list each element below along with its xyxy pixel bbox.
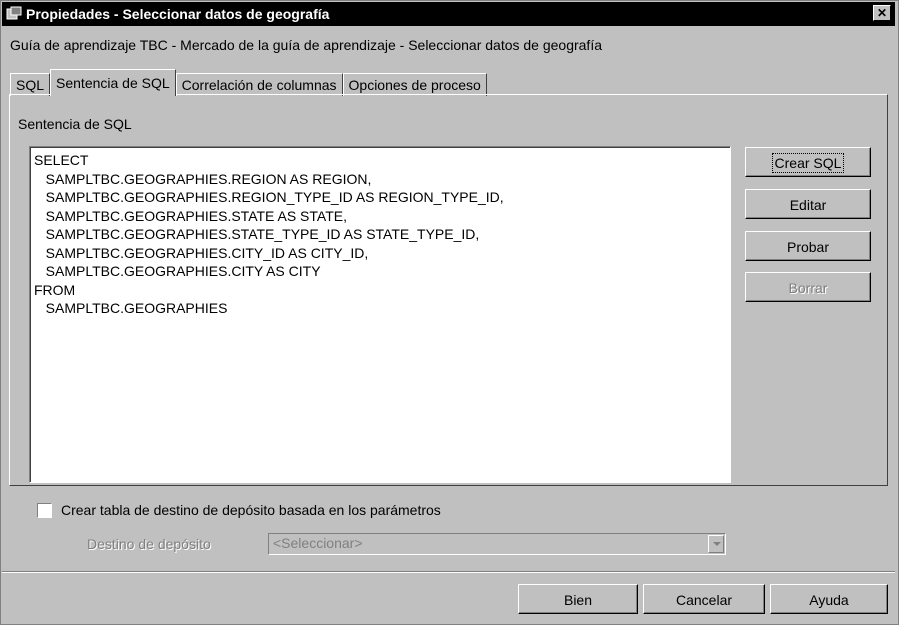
borrar-button: Borrar [745, 272, 871, 302]
editar-label: Editar [789, 197, 827, 213]
sql-text: SELECT SAMPLTBC.GEOGRAPHIES.REGION AS RE… [34, 152, 504, 316]
create-table-label: Crear tabla de destino de depósito basad… [61, 502, 441, 518]
borrar-label: Borrar [788, 280, 828, 296]
crear-sql-label: Crear SQL [771, 153, 845, 173]
close-icon[interactable]: ✕ [873, 5, 891, 21]
dest-select-value: <Seleccionar> [273, 535, 363, 551]
tab-correlacion-columnas[interactable]: Correlación de columnas [175, 73, 343, 96]
dest-select: <Seleccionar> [268, 533, 726, 555]
help-label: Ayuda [809, 592, 849, 608]
help-button[interactable]: Ayuda [770, 584, 888, 614]
cancel-label: Cancelar [675, 592, 733, 608]
cancel-button[interactable]: Cancelar [643, 584, 765, 614]
tab-strip: SQL Sentencia de SQL Correlación de colu… [10, 69, 487, 96]
app-icon [6, 6, 22, 22]
create-table-option[interactable]: Crear tabla de destino de depósito basad… [37, 502, 441, 518]
crear-sql-button[interactable]: Crear SQL [745, 147, 871, 177]
window-title: Propiedades - Seleccionar datos de geogr… [26, 6, 330, 22]
dest-label: Destino de depósito [87, 536, 211, 552]
footer-divider [2, 571, 895, 573]
editar-button[interactable]: Editar [745, 189, 871, 219]
panel-label: Sentencia de SQL [18, 116, 132, 132]
ok-label: Bien [563, 592, 593, 608]
breadcrumb: Guía de aprendizaje TBC - Mercado de la … [10, 37, 602, 53]
tab-sentencia-sql[interactable]: Sentencia de SQL [50, 69, 176, 96]
tab-opciones-proceso[interactable]: Opciones de proceso [342, 73, 487, 96]
create-table-checkbox[interactable] [37, 502, 52, 518]
title-bar: Propiedades - Seleccionar datos de geogr… [2, 2, 895, 26]
sql-textarea[interactable]: SELECT SAMPLTBC.GEOGRAPHIES.REGION AS RE… [29, 146, 731, 483]
chevron-down-icon [708, 535, 724, 553]
probar-button[interactable]: Probar [745, 231, 871, 261]
probar-label: Probar [786, 239, 830, 255]
ok-button[interactable]: Bien [518, 584, 638, 614]
tab-sql[interactable]: SQL [10, 73, 51, 96]
